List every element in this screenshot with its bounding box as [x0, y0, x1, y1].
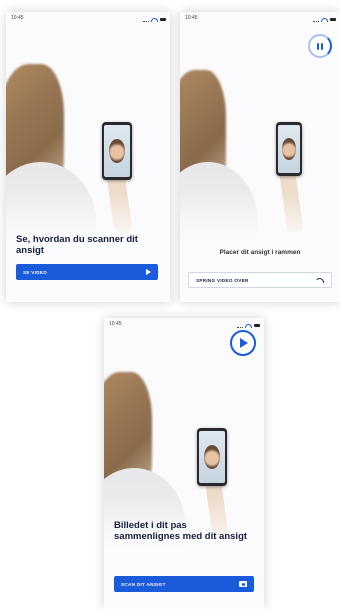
- phone-device-image: [276, 122, 302, 176]
- button-label: SPRING VIDEO OVER: [196, 277, 249, 283]
- button-label: SE VIDEO: [23, 269, 48, 275]
- play-triangle-icon: [146, 269, 151, 275]
- screen-heading: Billedet i dit pas sammenlignes med dit …: [114, 520, 248, 543]
- skip-video-button[interactable]: SPRING VIDEO OVER: [188, 272, 332, 288]
- scan-face-screen: 10:45 Billedet i dit pas sammenlignes me…: [104, 318, 264, 609]
- screen-heading: Se, hvordan du scanner dit ansigt: [16, 234, 138, 257]
- scan-face-button[interactable]: SCAN DIT ANSIGT: [114, 576, 254, 592]
- face-image: [109, 139, 125, 163]
- face-image: [204, 445, 220, 469]
- phone-device-image: [197, 428, 227, 486]
- button-label: SCAN DIT ANSIGT: [121, 581, 166, 587]
- watch-video-button[interactable]: SE VIDEO: [16, 264, 158, 280]
- intro-video-screen: 10:45 Se, hvordan du scanner dit ansigt …: [6, 12, 170, 302]
- video-playing-screen: 10:45 Placer dit ansigt i rammen SPRING …: [180, 12, 340, 302]
- phone-device-image: [102, 122, 132, 180]
- face-image: [282, 138, 296, 160]
- skip-arrow-icon: [315, 277, 324, 283]
- camera-icon: [239, 581, 247, 587]
- instruction-text: Placer dit ansigt i rammen: [219, 249, 301, 256]
